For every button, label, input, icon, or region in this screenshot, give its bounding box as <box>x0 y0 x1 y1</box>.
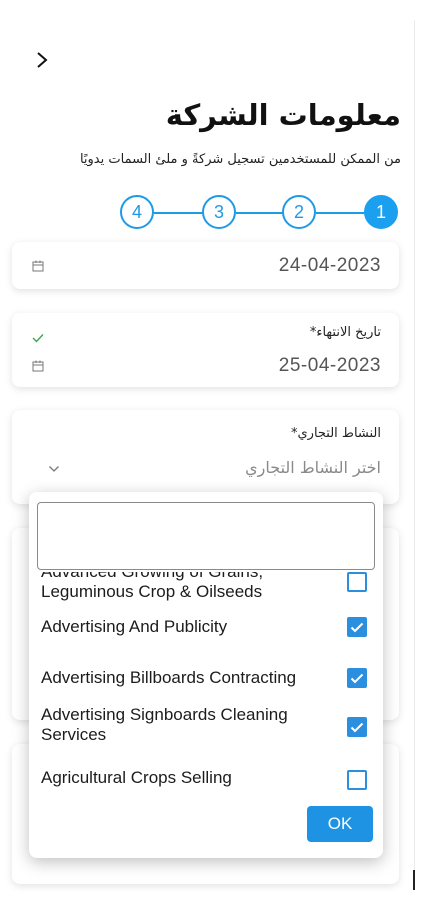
page-subtitle: من الممكن للمستخدمين تسجيل شركةً و ملئ ا… <box>79 152 401 167</box>
option-label: Advertising Signboards Cleaning Services <box>41 705 288 744</box>
step-4[interactable]: 4 <box>120 195 154 229</box>
option-item[interactable]: Advanced Growing of Grains, Leguminous C… <box>41 572 371 606</box>
screen-edge <box>414 20 415 880</box>
calendar-icon <box>32 360 44 372</box>
chevron-down-icon[interactable] <box>48 465 60 473</box>
option-label: Advanced Growing of Grains, Leguminous C… <box>41 572 263 601</box>
chevron-right-icon <box>37 52 48 68</box>
option-label: Agricultural Crops Selling <box>41 768 232 787</box>
options-list[interactable]: Advanced Growing of Grains, Leguminous C… <box>29 572 383 790</box>
check-icon <box>32 334 44 343</box>
option-item[interactable]: Advertising Billboards Contracting <box>41 666 371 690</box>
option-checkbox[interactable] <box>347 770 367 790</box>
step-1[interactable]: 1 <box>364 195 398 229</box>
option-checkbox[interactable] <box>347 717 367 737</box>
stepper-line <box>316 212 366 214</box>
activity-dropdown: Advanced Growing of Grains, Leguminous C… <box>29 492 383 858</box>
checkmark-icon <box>350 722 364 732</box>
stepper-line <box>154 212 204 214</box>
option-item[interactable]: Advertising Signboards Cleaning Services <box>41 705 371 749</box>
stepper-line <box>236 212 284 214</box>
business-activity-field[interactable]: النشاط التجاري* اختر النشاط التجاري <box>12 410 399 504</box>
step-2[interactable]: 2 <box>282 195 316 229</box>
ok-button[interactable]: OK <box>307 806 373 842</box>
page-title: معلومات الشركة <box>165 98 401 132</box>
calendar-icon <box>32 260 44 272</box>
option-checkbox[interactable] <box>347 572 367 592</box>
business-activity-placeholder: اختر النشاط التجاري <box>245 458 381 477</box>
search-input[interactable] <box>37 502 375 570</box>
start-date-value: 24-04-2023 <box>278 255 381 276</box>
scroll-indicator <box>413 870 415 890</box>
option-label: Advertising Billboards Contracting <box>41 668 297 687</box>
option-item[interactable]: Agricultural Crops Selling <box>41 766 371 790</box>
end-date-value: 25-04-2023 <box>278 355 381 376</box>
option-checkbox[interactable] <box>347 668 367 688</box>
end-date-label: تاريخ الانتهاء* <box>309 325 381 340</box>
start-date-field[interactable]: 24-04-2023 <box>12 242 399 289</box>
business-activity-label: النشاط التجاري* <box>290 426 381 441</box>
option-item[interactable]: Advertising And Publicity <box>41 615 371 639</box>
option-checkbox[interactable] <box>347 617 367 637</box>
end-date-field[interactable]: تاريخ الانتهاء* 25-04-2023 <box>12 313 399 387</box>
option-label: Advertising And Publicity <box>41 617 228 636</box>
checkmark-icon <box>350 622 364 632</box>
checkmark-icon <box>350 673 364 683</box>
back-button[interactable] <box>30 48 54 72</box>
step-3[interactable]: 3 <box>202 195 236 229</box>
progress-stepper: 4 3 2 1 <box>120 195 398 231</box>
